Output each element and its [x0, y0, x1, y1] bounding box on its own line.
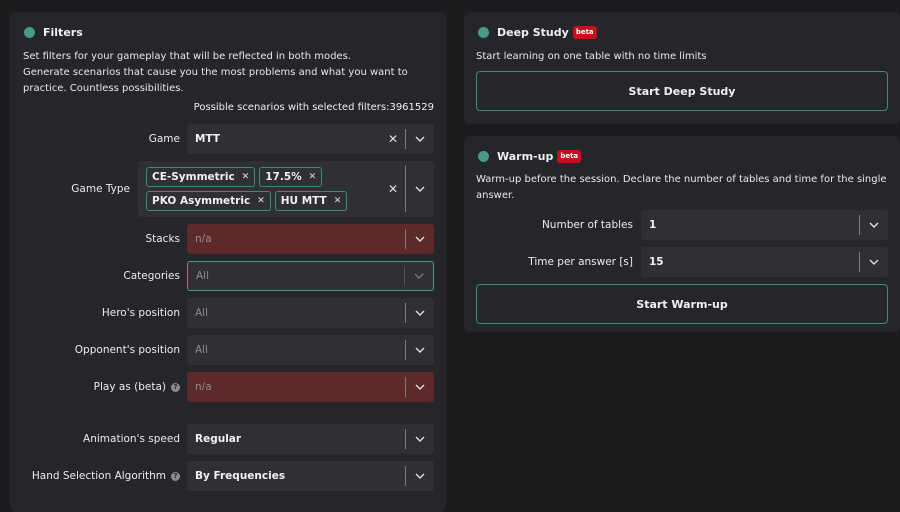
chevron-down-icon[interactable] [406, 310, 434, 316]
time-per-answer-label-text: Time per answer [s] [528, 256, 633, 268]
help-icon[interactable]: ? [171, 382, 180, 392]
game-label-text: Game [148, 133, 180, 145]
number-of-tables-label: Number of tables [464, 210, 633, 240]
heros-position-label: Hero's position [10, 298, 180, 328]
chevron-down-icon[interactable] [406, 136, 434, 142]
game-label: Game [10, 124, 180, 154]
close-icon[interactable]: ✕ [381, 182, 405, 196]
chip-hu-mtt[interactable]: HU MTT ✕ [274, 191, 348, 211]
chip-17-5[interactable]: 17.5% ✕ [259, 167, 323, 187]
heros-position-label-text: Hero's position [101, 307, 180, 319]
categories-select[interactable]: All [187, 261, 434, 291]
deep-study-title: Deep Study [497, 26, 569, 39]
categories-label: Categories [10, 261, 180, 291]
hand-selection-label: Hand Selection Algorithm? [10, 461, 180, 491]
categories-placeholder: All [196, 270, 210, 282]
warmup-description-line: answer. [476, 190, 515, 201]
close-icon[interactable]: ✕ [334, 196, 342, 206]
close-icon[interactable]: ✕ [309, 172, 317, 182]
status-dot-icon [478, 27, 489, 38]
chevron-down-icon[interactable] [406, 384, 434, 390]
chevron-down-icon[interactable] [406, 347, 434, 353]
time-per-answer-value: 15 [649, 256, 664, 268]
game-select[interactable]: MTT ✕ [187, 124, 434, 154]
number-of-tables-value: 1 [649, 219, 657, 231]
play-as-select[interactable]: n/a [187, 372, 434, 402]
chip-label: HU MTT [280, 195, 327, 207]
stacks-select[interactable]: n/a [187, 224, 434, 254]
filters-description-line: Set filters for your gameplay that will … [23, 51, 351, 62]
warmup-panel: Warm-up beta Warm-up before the session.… [464, 136, 900, 332]
game-select-value: MTT [195, 133, 221, 145]
chip-pko-asymmetric[interactable]: PKO Asymmetric ✕ [146, 191, 271, 211]
heros-position-placeholder: All [195, 307, 209, 319]
filters-description-line: Generate scenarios that cause you the mo… [23, 67, 408, 78]
filters-title: Filters [43, 26, 83, 39]
number-of-tables-select[interactable]: 1 [641, 210, 888, 240]
possible-scenarios: Possible scenarios with selected filters… [194, 102, 434, 113]
opponents-position-label-text: Opponent's position [74, 344, 180, 356]
time-per-answer-select[interactable]: 15 [641, 247, 888, 277]
play-as-label: Play as (beta)? [10, 372, 180, 402]
game-type-label-text: Game Type [71, 183, 130, 195]
deep-study-header: Deep Study beta [478, 26, 597, 39]
chevron-down-icon[interactable] [406, 186, 434, 192]
chip-label: 17.5% [265, 171, 302, 183]
warmup-description-line: Warm-up before the session. Declare the … [476, 174, 887, 185]
beta-badge: beta [557, 150, 582, 163]
beta-badge: beta [572, 26, 597, 39]
chip-label: CE-Symmetric [152, 171, 235, 183]
animation-speed-select[interactable]: Regular [187, 424, 434, 454]
opponents-position-select[interactable]: All [187, 335, 434, 365]
game-type-multiselect[interactable]: CE-Symmetric ✕ 17.5% ✕ PKO Asymmetric ✕ HU … [138, 161, 434, 217]
warmup-header: Warm-up beta [478, 150, 582, 163]
possible-scenarios-label: Possible scenarios with selected filters… [193, 102, 390, 113]
chip-ce-symmetric[interactable]: CE-Symmetric ✕ [146, 167, 256, 187]
opponents-position-placeholder: All [195, 344, 209, 356]
filters-description: Set filters for your gameplay that will … [23, 49, 433, 97]
hand-selection-value: By Frequencies [195, 470, 286, 482]
help-icon[interactable]: ? [171, 471, 180, 481]
close-icon[interactable]: ✕ [242, 172, 250, 182]
animation-speed-label: Animation's speed [10, 424, 180, 454]
deep-study-panel: Deep Study beta Start learning on one ta… [464, 12, 900, 124]
stacks-label-text: Stacks [145, 233, 180, 245]
game-type-chips: CE-Symmetric ✕ 17.5% ✕ PKO Asymmetric ✕ HU … [138, 167, 381, 211]
heros-position-select[interactable]: All [187, 298, 434, 328]
play-as-label-text: Play as (beta) [93, 381, 166, 393]
animation-speed-value: Regular [195, 433, 242, 445]
close-icon[interactable]: ✕ [257, 196, 265, 206]
chip-label: PKO Asymmetric [152, 195, 251, 207]
play-as-placeholder: n/a [195, 381, 212, 393]
hand-selection-select[interactable]: By Frequencies [187, 461, 434, 491]
chevron-down-icon[interactable] [860, 222, 888, 228]
filters-description-line: practice. Countless possibilities. [23, 83, 184, 94]
game-type-label: Game Type [10, 161, 130, 217]
time-per-answer-label: Time per answer [s] [464, 247, 633, 277]
opponents-position-label: Opponent's position [10, 335, 180, 365]
chevron-down-icon[interactable] [406, 236, 434, 242]
stacks-placeholder: n/a [195, 233, 212, 245]
status-dot-icon [24, 27, 35, 38]
warmup-description: Warm-up before the session. Declare the … [476, 172, 894, 204]
filters-header: Filters [24, 26, 83, 39]
number-of-tables-label-text: Number of tables [541, 219, 633, 231]
status-dot-icon [478, 151, 489, 162]
close-icon[interactable]: ✕ [381, 132, 405, 146]
chevron-down-icon[interactable] [860, 259, 888, 265]
chevron-down-icon[interactable] [406, 436, 434, 442]
stacks-label: Stacks [10, 224, 180, 254]
hand-selection-label-text: Hand Selection Algorithm [31, 470, 166, 482]
chevron-down-icon[interactable] [406, 473, 434, 479]
filters-panel: Filters Set filters for your gameplay th… [10, 12, 446, 512]
deep-study-description: Start learning on one table with no time… [476, 51, 707, 62]
start-warmup-button[interactable]: Start Warm-up [476, 284, 888, 324]
possible-scenarios-count: 3961529 [389, 102, 434, 113]
animation-speed-label-text: Animation's speed [83, 433, 180, 445]
start-deep-study-button[interactable]: Start Deep Study [476, 71, 888, 111]
chevron-down-icon[interactable] [405, 273, 433, 279]
warmup-title: Warm-up [497, 150, 554, 163]
categories-label-text: Categories [123, 270, 180, 282]
